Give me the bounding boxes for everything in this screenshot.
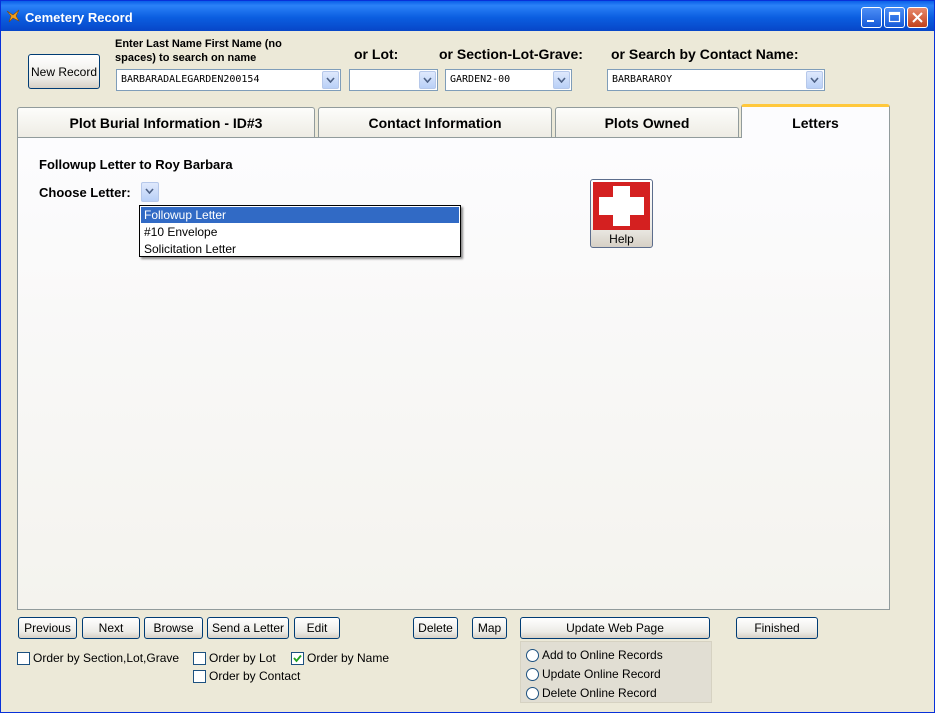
delete-online-radio[interactable] [526,687,539,700]
contact-search-dropdown-arrow[interactable] [806,71,823,89]
previous-button[interactable]: Previous [18,617,77,639]
chevron-down-icon [145,188,154,194]
order-by-section-checkbox[interactable] [17,652,30,665]
update-online-radio[interactable] [526,668,539,681]
help-label: Help [609,232,634,246]
browse-button[interactable]: Browse [144,617,203,639]
edit-button[interactable]: Edit [294,617,340,639]
lot-dropdown-arrow[interactable] [419,71,436,89]
order-by-contact-label: Order by Contact [209,669,301,683]
minimize-icon [867,20,874,22]
maximize-button[interactable] [884,7,905,28]
first-aid-cross-icon [593,182,650,230]
order-by-section-label: Order by Section,Lot,Grave [33,651,180,665]
section-lot-grave-combo[interactable]: GARDEN2-00 [445,69,572,91]
online-records-group: Add to Online Records Update Online Reco… [520,641,712,703]
help-button[interactable]: Help [590,179,653,248]
order-by-lot-label: Order by Lot [209,651,276,665]
client-area: New Record Enter Last Name First Name (n… [5,31,930,708]
chevron-down-icon [810,77,819,83]
maximize-icon [888,11,901,23]
delete-online-label: Delete Online Record [542,686,657,700]
order-by-lot-checkbox[interactable] [193,652,206,665]
update-online-label: Update Online Record [542,667,661,681]
choose-letter-listbox[interactable]: Followup Letter #10 Envelope Solicitatio… [139,205,461,257]
send-letter-button[interactable]: Send a Letter [207,617,289,639]
lot-combo[interactable] [349,69,438,91]
title-bar[interactable]: Cemetery Record [1,1,934,31]
update-web-page-button[interactable]: Update Web Page [520,617,710,639]
tab-letters[interactable]: Letters [741,104,890,138]
letter-option-envelope[interactable]: #10 Envelope [141,224,459,240]
checkmark-icon [293,654,302,663]
next-button[interactable]: Next [82,617,140,639]
choose-letter-label: Choose Letter: [39,185,131,200]
choose-letter-dropdown-arrow[interactable] [141,182,159,202]
name-search-label: Enter Last Name First Name (no spaces) t… [115,38,282,64]
close-icon [912,12,923,23]
order-by-name-label: Order by Name [307,651,390,665]
contact-search-value: BARBARAROY [612,74,673,85]
name-search-value: BARBARADALEGARDEN200154 [121,74,260,85]
tab-plot-burial-information[interactable]: Plot Burial Information - ID#3 [17,107,315,137]
lot-label: or Lot: [354,46,399,62]
add-online-radio[interactable] [526,649,539,662]
window-title: Cemetery Record [25,10,133,25]
letter-option-followup[interactable]: Followup Letter [141,207,459,223]
section-lot-grave-label: or Section-Lot-Grave: [439,46,583,62]
cemetery-record-window: Cemetery Record New Record Enter Last Na… [0,0,935,713]
section-lot-grave-value: GARDEN2-00 [450,74,511,85]
close-button[interactable] [907,7,928,28]
choose-letter-combo[interactable] [139,182,159,203]
name-search-dropdown-arrow[interactable] [322,71,339,89]
minimize-button[interactable] [861,7,882,28]
delete-button[interactable]: Delete [413,617,458,639]
tab-contact-information[interactable]: Contact Information [318,107,552,137]
finished-button[interactable]: Finished [736,617,818,639]
new-record-button[interactable]: New Record [28,54,100,89]
contact-search-combo[interactable]: BARBARAROY [607,69,825,91]
tab-plots-owned[interactable]: Plots Owned [555,107,739,137]
map-button[interactable]: Map [472,617,507,639]
add-online-label: Add to Online Records [542,648,663,662]
letter-heading: Followup Letter to Roy Barbara [39,157,233,172]
order-by-contact-checkbox[interactable] [193,670,206,683]
name-search-combo[interactable]: BARBARADALEGARDEN200154 [116,69,341,91]
chevron-down-icon [423,77,432,83]
chevron-down-icon [557,77,566,83]
contact-search-label: or Search by Contact Name: [611,46,799,62]
chevron-down-icon [326,77,335,83]
section-lot-grave-dropdown-arrow[interactable] [553,71,570,89]
app-icon [6,9,20,23]
letter-option-solicitation[interactable]: Solicitation Letter [141,241,459,257]
order-by-name-checkbox[interactable] [291,652,304,665]
